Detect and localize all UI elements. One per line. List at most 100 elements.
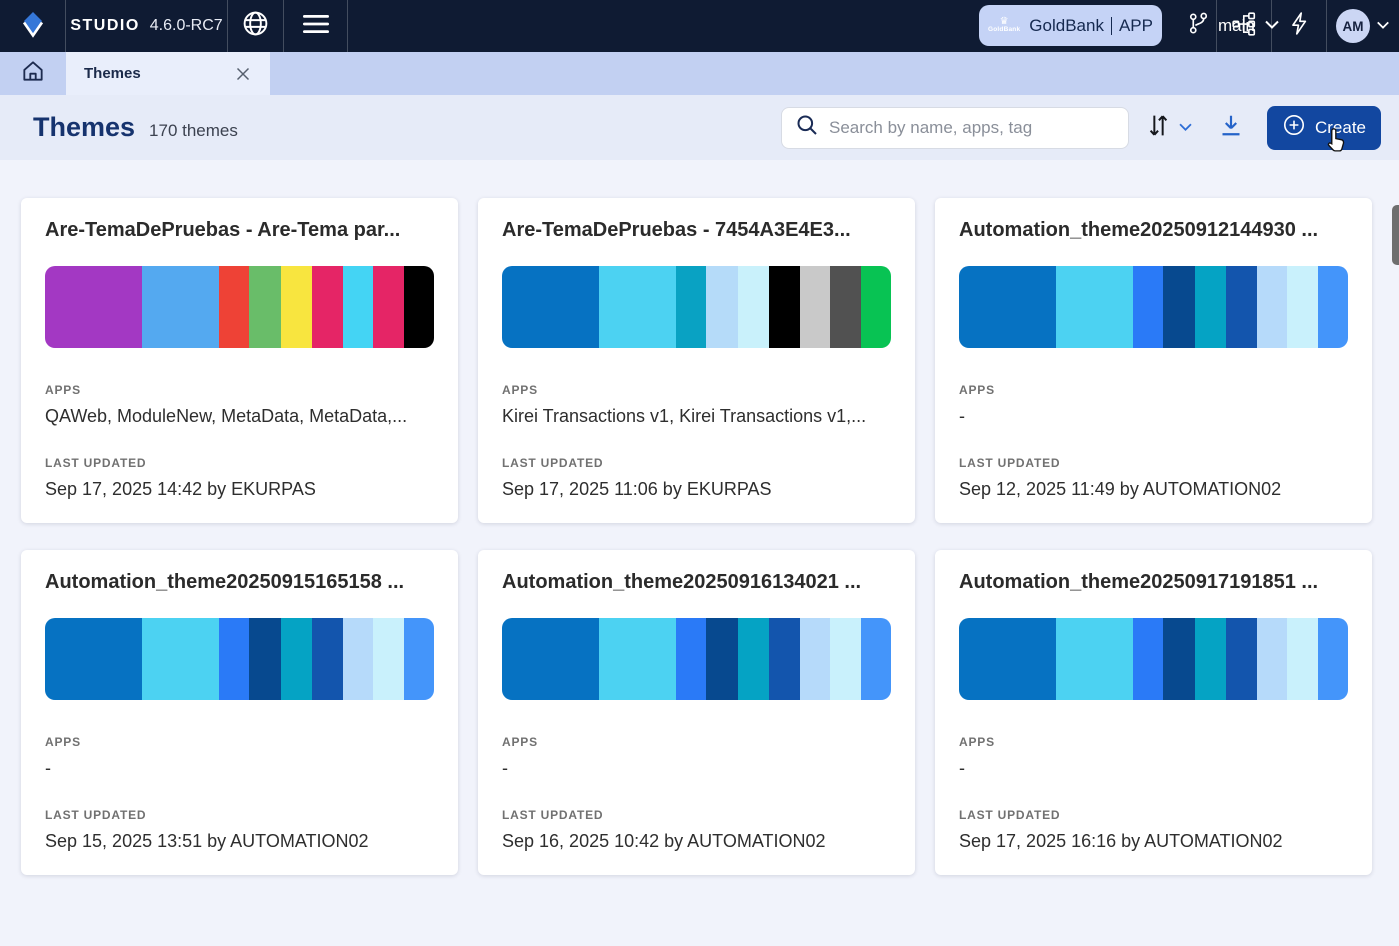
palette-swatch xyxy=(45,266,142,348)
apps-value: QAWeb, ModuleNew, MetaData, MetaData,... xyxy=(45,406,434,427)
last-updated-label: LAST UPDATED xyxy=(502,456,891,470)
palette-swatch xyxy=(281,266,312,348)
palette-swatch xyxy=(1287,618,1318,700)
search-input[interactable] xyxy=(829,118,1116,138)
palette-swatch xyxy=(1226,618,1257,700)
last-updated-value: Sep 15, 2025 13:51 by AUTOMATION02 xyxy=(45,831,434,852)
sort-arrows-icon xyxy=(1147,112,1170,144)
hamburger-icon xyxy=(302,13,330,40)
palette-swatch xyxy=(1226,266,1257,348)
app-name: GoldBank xyxy=(1029,16,1104,36)
palette-swatch xyxy=(1195,266,1226,348)
theme-title: Automation_theme20250916134021 ... xyxy=(502,571,891,594)
apps-label: APPS xyxy=(45,735,434,749)
palette-swatch xyxy=(373,618,404,700)
last-updated-value: Sep 17, 2025 14:42 by EKURPAS xyxy=(45,479,434,500)
theme-card[interactable]: Automation_theme20250916134021 ... APPS … xyxy=(478,550,915,875)
apps-value: - xyxy=(959,758,1348,779)
palette-swatch xyxy=(249,618,281,700)
apps-label: APPS xyxy=(959,383,1348,397)
last-updated-label: LAST UPDATED xyxy=(45,456,434,470)
create-button[interactable]: Create xyxy=(1267,106,1381,150)
palette-swatch xyxy=(738,618,769,700)
plus-circle-icon xyxy=(1282,113,1306,142)
main-menu-button[interactable] xyxy=(284,0,348,52)
theme-card[interactable]: Automation_theme20250912144930 ... APPS … xyxy=(935,198,1372,523)
palette-swatch xyxy=(219,618,250,700)
vertical-scrollbar-thumb[interactable] xyxy=(1392,205,1399,265)
theme-title: Are-TemaDePruebas - 7454A3E4E3... xyxy=(502,219,891,242)
product-version: 4.6.0-RC7 xyxy=(150,17,223,35)
theme-title: Automation_theme20250917191851 ... xyxy=(959,571,1348,594)
themes-page: Themes 170 themes xyxy=(0,95,1399,881)
palette-swatch xyxy=(1318,266,1348,348)
palette-swatch xyxy=(142,266,218,348)
last-updated-value: Sep 12, 2025 11:49 by AUTOMATION02 xyxy=(959,479,1348,500)
theme-title: Automation_theme20250912144930 ... xyxy=(959,219,1348,242)
home-icon xyxy=(20,58,46,89)
git-branch-icon xyxy=(1188,12,1209,40)
product-title: STUDIO 4.6.0-RC7 xyxy=(66,0,228,52)
last-updated-label: LAST UPDATED xyxy=(959,808,1348,822)
theme-palette xyxy=(502,618,891,700)
branch-selector[interactable]: main xyxy=(1188,0,1280,52)
palette-swatch xyxy=(502,266,599,348)
apps-label: APPS xyxy=(45,383,434,397)
search-icon xyxy=(795,113,819,142)
theme-card[interactable]: Are-TemaDePruebas - Are-Tema par... APPS… xyxy=(21,198,458,523)
theme-card[interactable]: Are-TemaDePruebas - 7454A3E4E3... APPS K… xyxy=(478,198,915,523)
branch-chevron-down-icon xyxy=(1264,17,1280,35)
tab-home[interactable] xyxy=(0,52,66,95)
palette-swatch xyxy=(959,618,1056,700)
download-icon xyxy=(1219,113,1243,142)
palette-swatch xyxy=(45,618,142,700)
theme-palette xyxy=(959,618,1348,700)
palette-swatch xyxy=(676,618,707,700)
apps-value: - xyxy=(959,406,1348,427)
theme-palette xyxy=(45,618,434,700)
palette-swatch xyxy=(861,266,891,348)
palette-swatch xyxy=(599,266,675,348)
search-box xyxy=(781,107,1129,149)
sort-control[interactable] xyxy=(1147,112,1193,144)
tab-close-button[interactable] xyxy=(232,63,254,85)
palette-swatch xyxy=(1318,618,1348,700)
palette-swatch xyxy=(343,266,374,348)
theme-title: Automation_theme20250915165158 ... xyxy=(45,571,434,594)
page-header: Themes 170 themes xyxy=(0,95,1399,160)
tab-themes[interactable]: Themes xyxy=(66,52,270,95)
studio-logo[interactable] xyxy=(0,0,66,52)
tab-themes-label: Themes xyxy=(84,65,232,82)
palette-swatch xyxy=(1056,266,1132,348)
language-button[interactable] xyxy=(228,0,284,52)
palette-swatch xyxy=(281,618,312,700)
download-button[interactable] xyxy=(1219,113,1243,142)
theme-card[interactable]: Automation_theme20250917191851 ... APPS … xyxy=(935,550,1372,875)
palette-swatch xyxy=(312,266,343,348)
palette-swatch xyxy=(769,266,800,348)
last-updated-label: LAST UPDATED xyxy=(502,808,891,822)
apps-label: APPS xyxy=(959,735,1348,749)
palette-swatch xyxy=(404,618,434,700)
top-bar: STUDIO 4.6.0-RC7 ♛ GoldBank GoldBa xyxy=(0,0,1399,52)
palette-swatch xyxy=(1056,618,1132,700)
palette-swatch xyxy=(1133,266,1164,348)
last-updated-value: Sep 17, 2025 16:16 by AUTOMATION02 xyxy=(959,831,1348,852)
user-menu[interactable]: AM xyxy=(1326,0,1399,52)
palette-swatch xyxy=(1133,618,1164,700)
palette-swatch xyxy=(142,618,218,700)
palette-swatch xyxy=(599,618,675,700)
palette-swatch xyxy=(1287,266,1318,348)
last-updated-label: LAST UPDATED xyxy=(959,456,1348,470)
palette-swatch xyxy=(404,266,434,348)
palette-swatch xyxy=(1257,618,1288,700)
theme-card[interactable]: Automation_theme20250915165158 ... APPS … xyxy=(21,550,458,875)
product-name: STUDIO xyxy=(70,17,139,35)
app-selector-badge[interactable]: ♛ GoldBank GoldBank APP xyxy=(979,5,1162,46)
goldbank-logo-icon: ♛ GoldBank xyxy=(988,17,1020,34)
palette-swatch xyxy=(676,266,707,348)
theme-palette xyxy=(502,266,891,348)
apps-value: Kirei Transactions v1, Kirei Transaction… xyxy=(502,406,891,427)
palette-swatch xyxy=(861,618,891,700)
apps-label: APPS xyxy=(502,383,891,397)
